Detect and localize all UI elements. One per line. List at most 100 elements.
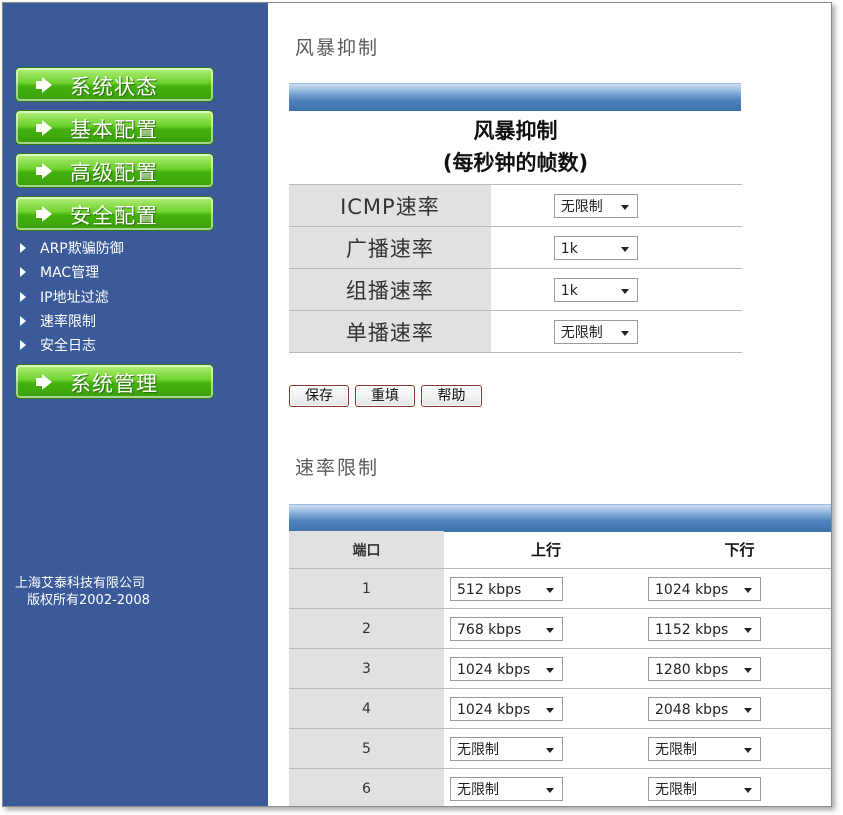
nav-basic-config[interactable]: 基本配置 xyxy=(15,110,214,145)
rate-header-bar xyxy=(289,504,831,532)
triangle-right-icon xyxy=(20,292,26,302)
table-row: 3 1024 kbps 1280 kbps xyxy=(289,648,831,689)
arrow-right-icon xyxy=(36,374,52,390)
upload-rate-select[interactable]: 1024 kbps xyxy=(450,656,563,681)
chevron-down-icon xyxy=(744,627,752,633)
col-header-up: 上行 xyxy=(530,541,561,559)
select-value: 1280 kbps xyxy=(655,661,729,678)
sidebar-item-arp[interactable]: ARP欺骗防御 xyxy=(20,238,124,258)
arrow-right-icon xyxy=(36,163,52,179)
chevron-down-icon xyxy=(546,707,554,713)
nav-system-management[interactable]: 系统管理 xyxy=(15,364,214,399)
sidebar-item-label: MAC管理 xyxy=(40,265,100,281)
table-row: 单播速率 无限制 xyxy=(289,310,742,353)
download-rate-select[interactable]: 1280 kbps xyxy=(648,656,761,681)
sidebar-item-label: 安全日志 xyxy=(40,338,96,354)
table-row: ICMP速率 无限制 xyxy=(289,184,742,227)
chevron-down-icon xyxy=(744,587,752,593)
arrow-right-icon xyxy=(36,206,52,222)
chevron-down-icon xyxy=(620,204,629,210)
sidebar: 系统状态 基本配置 高级配置 安全配置 ARP欺骗防御 MAC管理 IP地址过滤… xyxy=(3,3,268,806)
table-row: 5 无限制 无限制 xyxy=(289,728,831,769)
arrow-right-icon xyxy=(36,77,52,93)
table-row: 1 512 kbps 1024 kbps xyxy=(289,568,831,609)
storm-table: ICMP速率 无限制 广播速率 1k 组播速率 1k 单播速率 无限制 xyxy=(289,184,742,353)
nav-label: 高级配置 xyxy=(70,161,158,185)
save-button[interactable]: 保存 xyxy=(289,385,349,407)
copyright-company: 上海艾泰科技有限公司 xyxy=(15,576,146,591)
storm-header-bar xyxy=(289,83,741,111)
unicast-rate-select[interactable]: 无限制 xyxy=(553,319,638,344)
table-row: 广播速率 1k xyxy=(289,226,742,269)
table-header-row: 端口 上行 下行 xyxy=(289,531,831,569)
chevron-down-icon xyxy=(620,288,629,294)
select-value: 无限制 xyxy=(655,741,697,758)
window-frame: 系统状态 基本配置 高级配置 安全配置 ARP欺骗防御 MAC管理 IP地址过滤… xyxy=(2,2,832,807)
select-value: 无限制 xyxy=(560,324,603,341)
download-rate-select[interactable]: 1024 kbps xyxy=(648,576,761,601)
table-row: 4 1024 kbps 2048 kbps xyxy=(289,688,831,729)
select-value: 1152 kbps xyxy=(655,621,729,638)
download-rate-select[interactable]: 无限制 xyxy=(648,736,761,761)
nav-label: 安全配置 xyxy=(70,204,158,228)
sidebar-item-ip-filter[interactable]: IP地址过滤 xyxy=(20,287,109,307)
upload-rate-select[interactable]: 1024 kbps xyxy=(450,696,563,721)
chevron-down-icon xyxy=(546,787,554,793)
storm-section-title: 风暴抑制 xyxy=(295,37,380,59)
select-value: 无限制 xyxy=(457,741,499,758)
col-header-port: 端口 xyxy=(289,531,444,569)
rate-table: 端口 上行 下行 1 512 kbps 1024 kbps 2 768 kbps… xyxy=(289,531,831,806)
triangle-right-icon xyxy=(20,340,26,350)
download-rate-select[interactable]: 1152 kbps xyxy=(648,616,761,641)
upload-rate-select[interactable]: 768 kbps xyxy=(450,616,563,641)
chevron-down-icon xyxy=(744,747,752,753)
upload-rate-select[interactable]: 512 kbps xyxy=(450,576,563,601)
upload-rate-select[interactable]: 无限制 xyxy=(450,776,563,801)
select-value: 无限制 xyxy=(655,781,697,798)
copyright: 上海艾泰科技有限公司 版权所有2002-2008 xyxy=(15,575,150,609)
select-value: 1024 kbps xyxy=(457,701,531,718)
select-value: 768 kbps xyxy=(457,621,522,638)
row-label: 广播速率 xyxy=(289,226,491,269)
nav-system-status[interactable]: 系统状态 xyxy=(15,67,214,102)
storm-table-title: 风暴抑制 (每秒钟的帧数) xyxy=(289,115,742,179)
port-number: 1 xyxy=(289,568,444,609)
nav-security-config[interactable]: 安全配置 xyxy=(15,196,214,231)
nav-advanced-config[interactable]: 高级配置 xyxy=(15,153,214,188)
chevron-down-icon xyxy=(546,747,554,753)
icmp-rate-select[interactable]: 无限制 xyxy=(553,193,638,218)
port-number: 4 xyxy=(289,688,444,729)
sidebar-item-label: IP地址过滤 xyxy=(40,290,109,306)
sidebar-item-security-log[interactable]: 安全日志 xyxy=(20,335,96,355)
chevron-down-icon xyxy=(744,707,752,713)
col-header-down: 下行 xyxy=(724,541,755,559)
sidebar-item-label: 速率限制 xyxy=(40,314,96,330)
table-row: 2 768 kbps 1152 kbps xyxy=(289,608,831,649)
nav-label: 系统状态 xyxy=(70,75,158,99)
triangle-right-icon xyxy=(20,316,26,326)
sidebar-item-label: ARP欺骗防御 xyxy=(40,241,124,257)
chevron-down-icon xyxy=(744,667,752,673)
download-rate-select[interactable]: 2048 kbps xyxy=(648,696,761,721)
upload-rate-select[interactable]: 无限制 xyxy=(450,736,563,761)
reset-button[interactable]: 重填 xyxy=(355,385,415,407)
table-row: 组播速率 1k xyxy=(289,268,742,311)
table-row: 6 无限制 无限制 xyxy=(289,768,831,806)
chevron-down-icon xyxy=(620,330,629,336)
multicast-rate-select[interactable]: 1k xyxy=(553,277,638,302)
row-label: 单播速率 xyxy=(289,310,491,353)
help-button[interactable]: 帮助 xyxy=(421,385,482,407)
broadcast-rate-select[interactable]: 1k xyxy=(553,235,638,260)
port-number: 3 xyxy=(289,648,444,689)
sidebar-item-mac[interactable]: MAC管理 xyxy=(20,262,99,282)
row-label: ICMP速率 xyxy=(289,184,491,227)
port-number: 5 xyxy=(289,728,444,769)
row-label: 组播速率 xyxy=(289,268,491,311)
select-value: 512 kbps xyxy=(457,581,522,598)
download-rate-select[interactable]: 无限制 xyxy=(648,776,761,801)
storm-title-line1: 风暴抑制 xyxy=(473,119,558,143)
sidebar-item-rate-limit[interactable]: 速率限制 xyxy=(20,311,96,331)
chevron-down-icon xyxy=(620,246,629,252)
select-value: 1k xyxy=(560,282,578,299)
copyright-years: 版权所有2002-2008 xyxy=(27,593,150,608)
